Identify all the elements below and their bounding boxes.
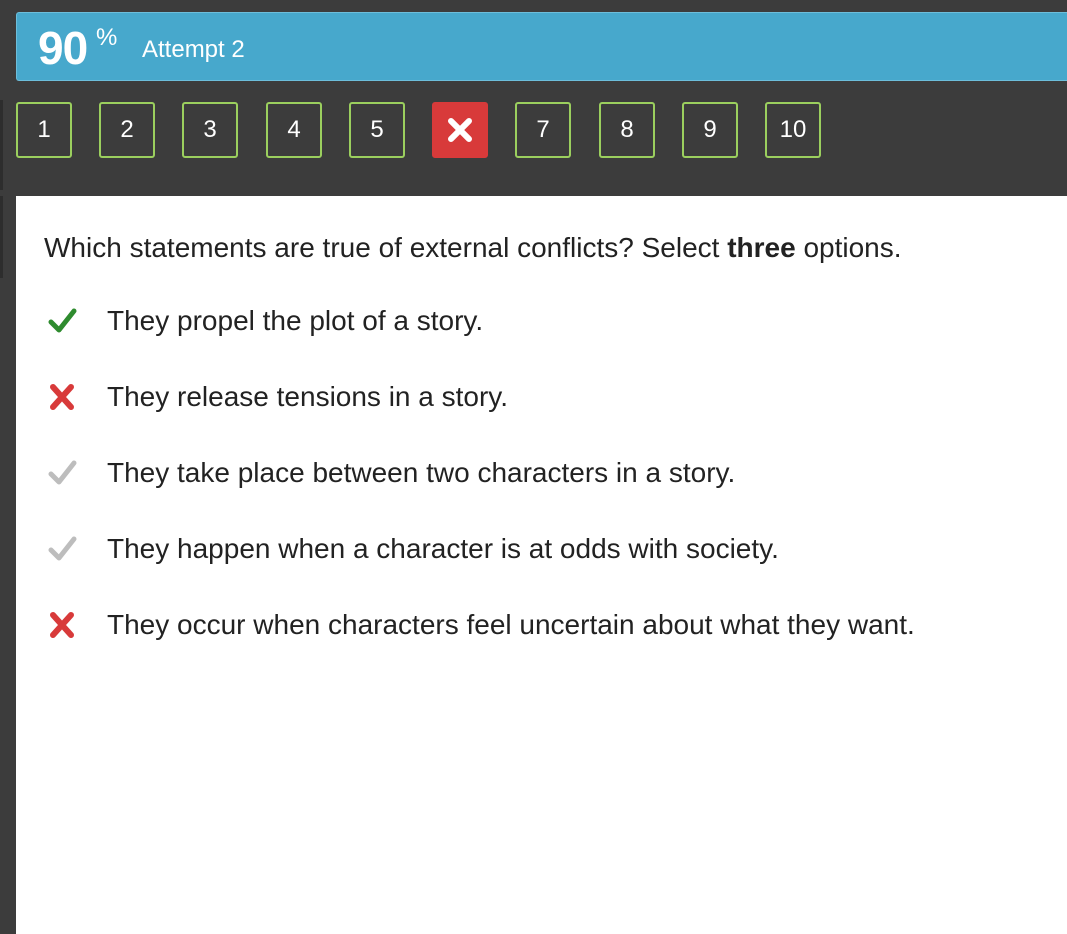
top-strip <box>0 0 1067 12</box>
answer-option-3[interactable]: They take place between two characters i… <box>44 453 1044 493</box>
incorrect-x-icon <box>50 612 74 638</box>
gray-check-icon <box>48 460 77 485</box>
question-prompt-emphasis: three <box>727 232 796 263</box>
answer-option-label: They release tensions in a story. <box>107 381 509 412</box>
score-value: 90 <box>38 22 88 74</box>
left-edge-divider <box>0 196 3 278</box>
question-prompt-text-end: options. <box>795 232 902 263</box>
question-nav-button-5[interactable]: 5 <box>349 102 405 158</box>
score-unit: % <box>96 24 118 51</box>
score-header: 90 % Attempt 2 <box>16 12 1067 81</box>
answer-option-label: They occur when characters feel uncertai… <box>107 609 915 640</box>
question-nav-button-9[interactable]: 9 <box>682 102 738 158</box>
question-navigation: 1 2 3 4 5 7 8 9 10 <box>0 81 1067 196</box>
question-nav-button-2[interactable]: 2 <box>99 102 155 158</box>
attempt-label: Attempt 2 <box>142 36 245 63</box>
question-nav-button-1[interactable]: 1 <box>16 102 72 158</box>
answer-option-label: They happen when a character is at odds … <box>107 533 779 564</box>
question-prompt: Which statements are true of external co… <box>44 231 902 265</box>
answer-option-5[interactable]: They occur when characters feel uncertai… <box>44 605 1044 645</box>
answer-option-1[interactable]: They propel the plot of a story. <box>44 301 1044 341</box>
question-prompt-text: Which statements are true of external co… <box>44 232 728 263</box>
incorrect-x-icon <box>50 384 74 410</box>
answer-option-label: They propel the plot of a story. <box>107 305 484 336</box>
question-nav-button-3[interactable]: 3 <box>182 102 238 158</box>
correct-check-icon <box>48 308 77 333</box>
question-nav-button-7[interactable]: 7 <box>515 102 571 158</box>
question-nav-button-10[interactable]: 10 <box>765 102 821 158</box>
answer-option-4[interactable]: They happen when a character is at odds … <box>44 529 1044 569</box>
question-panel: Which statements are true of external co… <box>16 196 1067 934</box>
answer-option-label: They take place between two characters i… <box>107 457 736 488</box>
x-icon <box>448 118 472 142</box>
question-nav-button-4[interactable]: 4 <box>266 102 322 158</box>
gray-check-icon <box>48 536 77 561</box>
question-nav-button-8[interactable]: 8 <box>599 102 655 158</box>
question-nav-button-6-incorrect[interactable] <box>432 102 488 158</box>
answer-option-2[interactable]: They release tensions in a story. <box>44 377 1044 417</box>
